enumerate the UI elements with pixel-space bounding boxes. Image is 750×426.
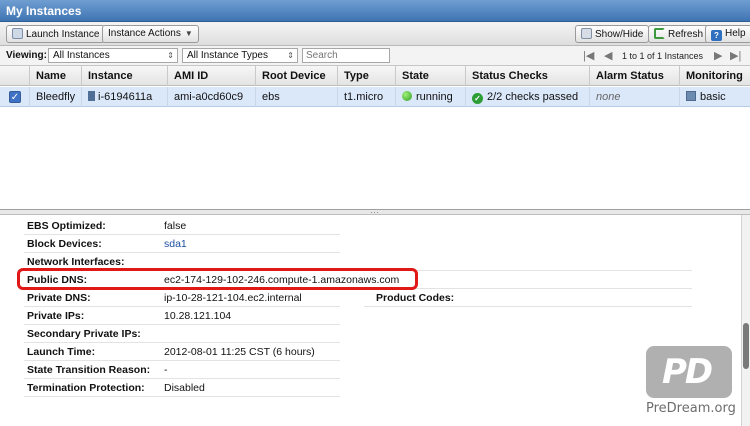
watermark-logo: PD bbox=[646, 346, 732, 398]
watermark-site-text: PreDream.org bbox=[646, 401, 736, 416]
instance-icon bbox=[88, 91, 95, 101]
help-button[interactable]: ? Help bbox=[705, 25, 750, 43]
cell-status-checks: ✓ 2/2 checks passed bbox=[466, 87, 590, 107]
help-icon: ? bbox=[711, 30, 722, 41]
row-checkbox-cell[interactable]: ✓ bbox=[0, 87, 30, 107]
prev-page-icon[interactable]: ◀ bbox=[604, 49, 612, 62]
show-hide-button[interactable]: Show/Hide bbox=[575, 25, 650, 43]
column-header-alarm-status[interactable]: Alarm Status bbox=[590, 66, 680, 86]
window-title: My Instances bbox=[6, 4, 82, 18]
table-header: Name Instance AMI ID Root Device Type St… bbox=[0, 66, 750, 86]
pagination-text: 1 to 1 of 1 Instances bbox=[622, 51, 704, 61]
instance-types-select[interactable]: All Instance Types ⇕ bbox=[182, 48, 298, 63]
refresh-label: Refresh bbox=[668, 29, 704, 40]
instances-filter-value: All Instances bbox=[53, 50, 110, 61]
viewing-label: Viewing: bbox=[6, 50, 47, 61]
column-header-name[interactable]: Name bbox=[30, 66, 82, 86]
block-device-link[interactable]: sda1 bbox=[164, 238, 187, 250]
watermark-logo-text: PD bbox=[662, 352, 713, 392]
detail-private-dns: Private DNS: ip-10-28-121-104.ec2.intern… bbox=[24, 289, 340, 307]
column-header-state[interactable]: State bbox=[396, 66, 466, 86]
detail-termination-protection: Termination Protection: Disabled bbox=[24, 379, 340, 397]
instances-table: Name Instance AMI ID Root Device Type St… bbox=[0, 66, 750, 210]
cell-instance: i-6194611a bbox=[82, 87, 168, 107]
cell-monitoring: basic bbox=[680, 87, 750, 107]
chevron-down-icon: ▼ bbox=[184, 29, 193, 38]
detail-ebs-optimized: EBS Optimized: false bbox=[24, 217, 340, 235]
header-select bbox=[0, 66, 30, 86]
instance-actions-label: Instance Actions bbox=[108, 28, 181, 39]
detail-product-codes: Product Codes: bbox=[364, 289, 692, 307]
window-title-bar: My Instances bbox=[0, 0, 750, 22]
next-page-icon[interactable]: ▶ bbox=[714, 49, 722, 62]
instance-types-value: All Instance Types bbox=[187, 50, 268, 61]
columns-icon bbox=[581, 28, 592, 39]
details-scrollbar[interactable] bbox=[741, 215, 750, 426]
cell-root-device: ebs bbox=[256, 87, 338, 107]
first-page-icon[interactable]: |◀ bbox=[583, 49, 594, 62]
refresh-button[interactable]: Refresh bbox=[648, 25, 710, 43]
column-header-type[interactable]: Type bbox=[338, 66, 396, 86]
cell-type: t1.micro bbox=[338, 87, 396, 107]
running-status-icon bbox=[402, 91, 412, 101]
show-hide-label: Show/Hide bbox=[595, 29, 644, 40]
toolbar: Launch Instance Instance Actions ▼ Show/H… bbox=[0, 22, 750, 46]
launch-instance-button[interactable]: Launch Instance bbox=[6, 25, 106, 43]
cell-state: running bbox=[396, 87, 466, 107]
table-row[interactable]: ✓ Bleedfly i-6194611a ami-a0cd60c9 ebs t… bbox=[0, 87, 750, 107]
column-header-root-device[interactable]: Root Device bbox=[256, 66, 338, 86]
filter-bar: Viewing: All Instances ⇕ All Instance Typ… bbox=[0, 46, 750, 66]
cell-name: Bleedfly bbox=[30, 87, 82, 107]
column-header-ami-id[interactable]: AMI ID bbox=[168, 66, 256, 86]
detail-block-devices: Block Devices: sda1 bbox=[24, 235, 340, 253]
select-arrows-icon: ⇕ bbox=[287, 51, 294, 60]
check-passed-icon: ✓ bbox=[472, 93, 483, 104]
column-header-status-checks[interactable]: Status Checks bbox=[466, 66, 590, 86]
last-page-icon[interactable]: ▶| bbox=[730, 49, 741, 62]
help-label: Help bbox=[725, 28, 746, 39]
public-dns-highlight-box bbox=[17, 268, 418, 290]
column-header-monitoring[interactable]: Monitoring bbox=[680, 66, 750, 86]
scrollbar-thumb[interactable] bbox=[743, 323, 749, 369]
search-input[interactable] bbox=[302, 48, 390, 63]
detail-secondary-private-ips: Secondary Private IPs: bbox=[24, 325, 340, 343]
detail-launch-time: Launch Time: 2012-08-01 11:25 CST (6 hou… bbox=[24, 343, 340, 361]
instances-filter-select[interactable]: All Instances ⇕ bbox=[48, 48, 178, 63]
select-arrows-icon: ⇕ bbox=[167, 51, 174, 60]
instance-details-panel: EBS Optimized: false Block Devices: sda1… bbox=[0, 215, 750, 426]
column-header-instance[interactable]: Instance bbox=[82, 66, 168, 86]
launch-icon bbox=[12, 28, 23, 39]
cell-alarm-status: none bbox=[590, 87, 680, 107]
cell-ami-id: ami-a0cd60c9 bbox=[168, 87, 256, 107]
row-checkbox[interactable]: ✓ bbox=[9, 91, 21, 103]
launch-instance-label: Launch Instance bbox=[26, 29, 100, 40]
detail-private-ips: Private IPs: 10.28.121.104 bbox=[24, 307, 340, 325]
detail-state-transition-reason: State Transition Reason: - bbox=[24, 361, 340, 379]
instance-actions-button[interactable]: Instance Actions ▼ bbox=[102, 25, 199, 43]
refresh-icon bbox=[654, 28, 665, 39]
monitoring-icon bbox=[686, 91, 696, 101]
